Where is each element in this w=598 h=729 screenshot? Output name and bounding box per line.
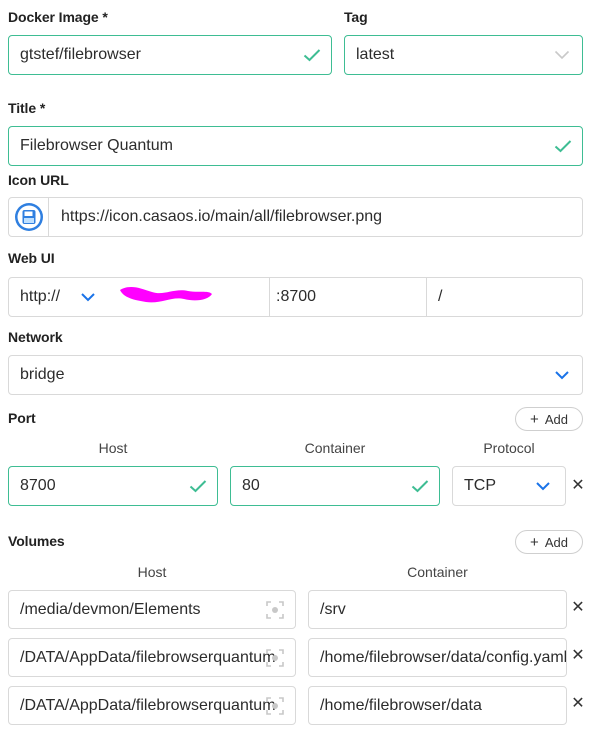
- port-protocol-select[interactable]: TCP: [452, 466, 566, 506]
- network-value: bridge: [20, 366, 65, 383]
- volume-host-input[interactable]: /media/devmon/Elements: [8, 590, 296, 629]
- app-icon-preview: [9, 198, 49, 236]
- volume-host-input[interactable]: /DATA/AppData/filebrowserquantum: [8, 686, 296, 725]
- volume-host-value: /DATA/AppData/filebrowserquantum: [20, 696, 276, 714]
- volumes-label: Volumes: [8, 533, 65, 549]
- add-volume-button[interactable]: + Add: [515, 530, 583, 554]
- valid-check-icon: [189, 480, 207, 493]
- valid-check-icon: [554, 140, 572, 153]
- port-container-input[interactable]: 80: [230, 466, 440, 506]
- volume-container-input[interactable]: /home/filebrowser/data: [308, 686, 567, 725]
- port-host-input[interactable]: 8700: [8, 466, 218, 506]
- title-value: Filebrowser Quantum: [20, 137, 173, 154]
- network-label: Network: [8, 329, 63, 345]
- icon-url-label: Icon URL: [8, 172, 69, 188]
- volume-container-input[interactable]: /home/filebrowser/data/config.yaml: [308, 638, 567, 677]
- volume-container-value: /home/filebrowser/data: [320, 696, 482, 714]
- network-select[interactable]: bridge: [8, 355, 583, 395]
- icon-url-value: https://icon.casaos.io/main/all/filebrow…: [61, 208, 383, 225]
- port-host-value: 8700: [20, 477, 56, 494]
- folder-picker-icon[interactable]: [265, 648, 285, 668]
- plus-icon: +: [530, 410, 539, 428]
- add-volume-label: Add: [544, 534, 568, 550]
- chevron-down-icon: [555, 371, 569, 380]
- volume-container-value: /home/filebrowser/data/config.yaml: [320, 648, 566, 666]
- volume-host-value: /DATA/AppData/filebrowserquantum: [20, 648, 276, 666]
- volume-host-value: /media/devmon/Elements: [20, 600, 201, 618]
- docker-image-input[interactable]: gtstef/filebrowser: [8, 35, 332, 75]
- chevron-down-icon: [554, 50, 570, 60]
- chevron-down-icon: [81, 293, 95, 302]
- port-protocol-header: Protocol: [483, 440, 535, 456]
- web-ui-port-value: :8700: [276, 288, 317, 305]
- web-ui-path-input[interactable]: /: [426, 277, 583, 317]
- remove-volume-button[interactable]: ✕: [571, 600, 585, 616]
- web-ui-host-input[interactable]: [112, 277, 270, 317]
- folder-picker-icon[interactable]: [265, 696, 285, 716]
- title-label: Title *: [8, 100, 46, 116]
- tag-value: latest: [356, 46, 395, 63]
- volume-container-value: /srv: [320, 600, 346, 618]
- title-input[interactable]: Filebrowser Quantum: [8, 126, 583, 166]
- tag-label: Tag: [344, 9, 368, 25]
- remove-port-button[interactable]: ✕: [571, 478, 585, 494]
- filebrowser-icon: [14, 203, 43, 231]
- volume-host-input[interactable]: /DATA/AppData/filebrowserquantum: [8, 638, 296, 677]
- web-ui-port-input[interactable]: :8700: [269, 277, 427, 317]
- port-host-header: Host: [98, 440, 128, 456]
- volume-container-header: Container: [407, 564, 468, 580]
- web-ui-path-value: /: [438, 288, 443, 305]
- port-label: Port: [8, 410, 36, 426]
- add-port-label: Add: [544, 411, 568, 427]
- folder-picker-icon[interactable]: [265, 600, 285, 620]
- port-container-header: Container: [304, 440, 366, 456]
- valid-check-icon: [303, 49, 321, 62]
- port-container-value: 80: [242, 477, 260, 494]
- docker-image-value: gtstef/filebrowser: [20, 46, 141, 63]
- remove-volume-button[interactable]: ✕: [571, 648, 585, 664]
- tag-select[interactable]: latest: [344, 35, 583, 75]
- plus-icon: +: [530, 533, 539, 551]
- docker-image-label: Docker Image *: [8, 9, 108, 25]
- remove-volume-button[interactable]: ✕: [571, 696, 585, 712]
- volume-host-header: Host: [137, 564, 167, 580]
- redaction-scribble: [120, 286, 212, 303]
- chevron-down-icon: [536, 482, 550, 491]
- web-ui-scheme-value: http://: [20, 288, 61, 305]
- volume-container-input[interactable]: /srv: [308, 590, 567, 629]
- web-ui-scheme-select[interactable]: http://: [8, 277, 113, 317]
- valid-check-icon: [411, 480, 429, 493]
- web-ui-label: Web UI: [8, 250, 55, 266]
- add-port-button[interactable]: + Add: [515, 407, 583, 431]
- icon-url-input[interactable]: https://icon.casaos.io/main/all/filebrow…: [8, 197, 583, 237]
